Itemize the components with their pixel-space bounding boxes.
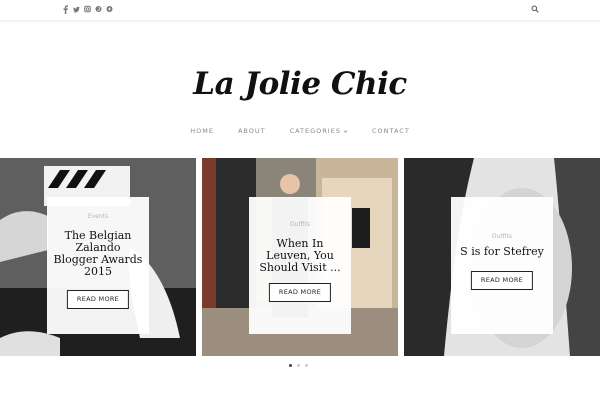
slider-pagination xyxy=(289,364,308,367)
slider-dot-1[interactable] xyxy=(289,364,292,367)
bloglovin-icon[interactable] xyxy=(106,5,113,14)
chevron-down-icon xyxy=(343,129,348,133)
slide-3-card: Outfits S is for Stefrey READ MORE xyxy=(451,197,553,334)
top-bar xyxy=(0,0,600,20)
featured-slider: Events The Belgian Zalando Blogger Award… xyxy=(0,158,600,356)
slide-3-title[interactable]: S is for Stefrey xyxy=(451,246,553,258)
main-nav: HOME ABOUT CATEGORIES CONTACT xyxy=(0,127,600,135)
slide-1-card: Events The Belgian Zalando Blogger Award… xyxy=(47,197,149,334)
nav-categories-label: CATEGORIES xyxy=(289,127,341,135)
slide-1[interactable]: Events The Belgian Zalando Blogger Award… xyxy=(0,158,196,356)
slide-3[interactable]: Outfits S is for Stefrey READ MORE xyxy=(404,158,600,356)
slide-1-read-more-button[interactable]: READ MORE xyxy=(66,290,130,309)
facebook-icon[interactable] xyxy=(62,5,69,14)
instagram-icon[interactable] xyxy=(84,5,91,14)
nav-about[interactable]: ABOUT xyxy=(238,127,266,135)
nav-contact[interactable]: CONTACT xyxy=(372,127,410,135)
nav-categories[interactable]: CATEGORIES xyxy=(290,127,348,135)
slide-3-read-more-button[interactable]: READ MORE xyxy=(470,271,534,290)
slide-3-category[interactable]: Outfits xyxy=(451,233,553,240)
twitter-icon[interactable] xyxy=(73,5,80,14)
slider-dot-2[interactable] xyxy=(297,364,300,367)
pinterest-icon[interactable] xyxy=(95,5,102,14)
social-links xyxy=(62,5,113,14)
slide-2-read-more-button[interactable]: READ MORE xyxy=(268,283,332,302)
search-icon[interactable] xyxy=(531,5,539,13)
slide-2[interactable]: Outfits When In Leuven, You Should Visit… xyxy=(202,158,398,356)
slide-2-card: Outfits When In Leuven, You Should Visit… xyxy=(249,197,351,334)
nav-home[interactable]: HOME xyxy=(190,127,214,135)
site-logo[interactable]: La Jolie Chic xyxy=(0,66,600,102)
slide-2-title[interactable]: When In Leuven, You Should Visit ... xyxy=(249,238,351,274)
slide-2-category[interactable]: Outfits xyxy=(249,221,351,228)
slider-dot-3[interactable] xyxy=(305,364,308,367)
slide-1-category[interactable]: Events xyxy=(47,213,149,220)
slide-1-title[interactable]: The Belgian Zalando Blogger Awards 2015 xyxy=(47,230,149,278)
